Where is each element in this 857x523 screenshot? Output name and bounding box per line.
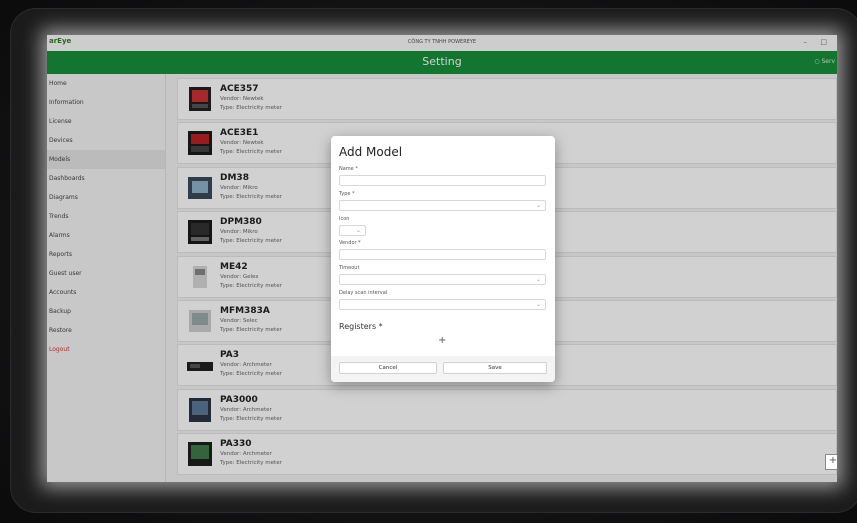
- icon-label: Icon: [339, 216, 350, 222]
- type-label: Type *: [339, 191, 355, 197]
- delay-label: Delay scan interval: [339, 290, 388, 296]
- timeout-label: Timeout: [339, 265, 360, 271]
- registers-label: Registers *: [339, 322, 383, 331]
- dialog-footer: Cancel Save: [331, 356, 555, 382]
- timeout-select[interactable]: ⌄: [339, 274, 546, 285]
- chevron-down-icon: ⌄: [355, 227, 361, 234]
- save-button[interactable]: Save: [443, 362, 547, 374]
- dialog-title: Add Model: [339, 145, 403, 159]
- name-input[interactable]: [339, 175, 546, 186]
- name-label: Name *: [339, 166, 358, 172]
- chevron-down-icon: ⌄: [535, 276, 541, 283]
- add-model-button[interactable]: +: [825, 454, 837, 470]
- vendor-label: Vendor *: [339, 240, 361, 246]
- icon-select[interactable]: ⌄: [339, 225, 366, 236]
- cancel-button[interactable]: Cancel: [339, 362, 437, 374]
- delay-scan-select[interactable]: ⌄: [339, 299, 546, 310]
- vendor-input[interactable]: [339, 249, 546, 260]
- chevron-down-icon: ⌄: [535, 202, 541, 209]
- chevron-down-icon: ⌄: [535, 301, 541, 308]
- add-register-button[interactable]: +: [438, 335, 446, 346]
- add-model-dialog: Add Model Name * Type * ⌄ Icon ⌄ Vendor …: [331, 136, 555, 382]
- type-select[interactable]: ⌄: [339, 200, 546, 211]
